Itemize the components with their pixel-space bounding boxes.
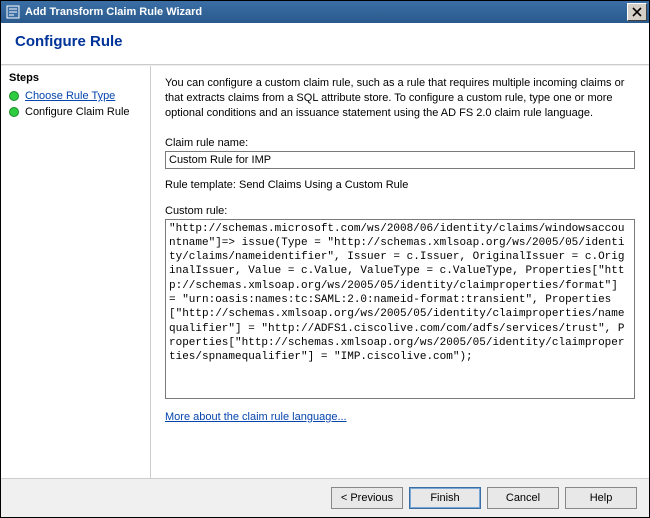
- step-label: Choose Rule Type: [25, 90, 115, 102]
- step-configure-claim-rule[interactable]: Configure Claim Rule: [9, 106, 142, 118]
- steps-title: Steps: [9, 72, 142, 84]
- window-title: Add Transform Claim Rule Wizard: [25, 6, 627, 18]
- close-icon: [632, 7, 642, 17]
- learn-more-link[interactable]: More about the claim rule language...: [165, 411, 635, 423]
- custom-rule-textarea[interactable]: [165, 219, 635, 399]
- finish-button[interactable]: Finish: [409, 487, 481, 509]
- cancel-button[interactable]: Cancel: [487, 487, 559, 509]
- page-title: Configure Rule: [15, 33, 635, 50]
- wizard-footer: < Previous Finish Cancel Help: [1, 478, 649, 517]
- custom-rule-label: Custom rule:: [165, 205, 635, 217]
- wizard-header: Configure Rule: [1, 23, 649, 65]
- help-button[interactable]: Help: [565, 487, 637, 509]
- step-indicator-icon: [9, 91, 19, 101]
- description-text: You can configure a custom claim rule, s…: [165, 76, 635, 121]
- rule-name-label: Claim rule name:: [165, 137, 635, 149]
- steps-sidebar: Steps Choose Rule Type Configure Claim R…: [1, 66, 151, 478]
- previous-button[interactable]: < Previous: [331, 487, 403, 509]
- app-icon: [5, 4, 21, 20]
- title-bar: Add Transform Claim Rule Wizard: [1, 1, 649, 23]
- step-label: Configure Claim Rule: [25, 106, 130, 118]
- rule-template-label: Rule template: Send Claims Using a Custo…: [165, 179, 635, 191]
- step-choose-rule-type[interactable]: Choose Rule Type: [9, 90, 142, 102]
- step-indicator-icon: [9, 107, 19, 117]
- close-button[interactable]: [627, 3, 647, 21]
- rule-name-input[interactable]: [165, 151, 635, 169]
- content-panel: You can configure a custom claim rule, s…: [151, 66, 649, 478]
